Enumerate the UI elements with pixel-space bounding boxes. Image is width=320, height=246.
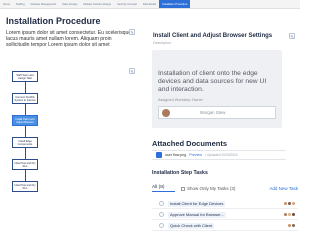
step-title: Install Client and Adjust Browser Settin… xyxy=(153,33,273,39)
tasks-title: Installation Step Tasks xyxy=(152,170,208,176)
tab-security-concept[interactable]: Security Concept xyxy=(114,0,140,8)
process-flow-diagram: Staff Team and Assign Task Connect SCADA… xyxy=(6,65,132,246)
preview-link[interactable]: Preview xyxy=(189,153,202,157)
tab-bar: Home Staffing Release Management Value D… xyxy=(0,0,300,9)
owner-field[interactable]: Morgan Stew xyxy=(158,106,276,119)
task-check-icon[interactable] xyxy=(159,212,164,217)
assignee-avatars xyxy=(283,212,296,217)
task-label[interactable]: Quick Check with Client xyxy=(168,222,215,229)
flow-node[interactable]: Staff Team and Assign Task xyxy=(12,71,38,82)
step-description-card: Installation of client onto the edge dev… xyxy=(152,50,282,128)
avatar xyxy=(291,201,296,206)
flow-node-selected[interactable]: Install Client and Adjust Browser xyxy=(12,115,38,126)
avatar xyxy=(291,223,296,228)
filter-all-tab[interactable]: All (8) xyxy=(152,185,175,192)
file-meta: • Uploaded 10/03/2024 xyxy=(204,153,238,157)
flow-connector xyxy=(25,126,26,137)
tab-release-management[interactable]: Release Management xyxy=(28,0,59,8)
owner-label: Assigned Workstep Owner xyxy=(158,98,203,102)
avatar xyxy=(291,212,296,217)
flow-connector xyxy=(25,104,26,115)
task-filter-row: All (8) Show Only My Tasks (3) Add New T… xyxy=(152,184,298,193)
flow-node[interactable]: Install Edge Components xyxy=(12,137,38,148)
filter-my-tasks-label: Show Only My Tasks (3) xyxy=(187,186,236,191)
file-icon xyxy=(156,152,162,158)
flow-connector xyxy=(25,170,26,181)
task-check-icon[interactable] xyxy=(159,223,164,228)
task-label[interactable]: Approve Manual for Browser... xyxy=(168,211,226,218)
attachment-row: user flow.png Preview • Uploaded 10/03/2… xyxy=(152,150,286,160)
attachments-title: Attached Documents xyxy=(152,139,228,148)
task-row[interactable]: Quick Check with Client xyxy=(152,221,298,231)
assignee-avatars xyxy=(287,223,296,228)
flow-connector xyxy=(25,148,26,159)
flow-node[interactable]: Initial Test and Dry Run xyxy=(12,181,38,192)
tab-data-model[interactable]: Data Model xyxy=(140,0,159,8)
step-subtitle: Description xyxy=(153,41,171,45)
add-task-button[interactable]: Add New Task xyxy=(269,186,298,191)
page-description: Lorem ipsum dolor sit amet consectetur. … xyxy=(6,30,132,48)
edit-description-icon[interactable]: ✎ xyxy=(129,29,135,35)
tab-home[interactable]: Home xyxy=(0,0,13,8)
flow-node[interactable]: Initial Test and Dry Run xyxy=(12,159,38,170)
tab-installation-procedure[interactable]: Installation Procedure xyxy=(159,0,191,8)
step-description: Installation of client onto the edge dev… xyxy=(158,70,267,93)
filter-my-tasks[interactable]: Show Only My Tasks (3) xyxy=(181,186,235,191)
task-check-icon[interactable] xyxy=(159,201,164,206)
edit-step-icon[interactable]: ✎ xyxy=(289,33,295,39)
task-row[interactable]: Install Client for Edge Devices xyxy=(152,199,298,209)
flow-connector xyxy=(25,82,26,93)
tab-staffing[interactable]: Staffing xyxy=(13,0,28,8)
assignee-avatars xyxy=(283,201,296,206)
checkbox-icon[interactable] xyxy=(181,186,185,191)
tab-value-design[interactable]: Value Design xyxy=(59,0,80,8)
task-label[interactable]: Install Client for Edge Devices xyxy=(168,200,226,207)
owner-name: Morgan Stew xyxy=(200,110,226,115)
page-title: Installation Procedure xyxy=(6,16,101,26)
avatar xyxy=(162,108,170,117)
task-row[interactable]: Approve Manual for Browser... xyxy=(152,210,298,220)
flow-node[interactable]: Connect SCADA System to Internet xyxy=(12,93,38,104)
tab-multiple-solution-design[interactable]: Multiple Solution Design xyxy=(80,0,114,8)
file-name[interactable]: user flow.png xyxy=(165,153,186,157)
